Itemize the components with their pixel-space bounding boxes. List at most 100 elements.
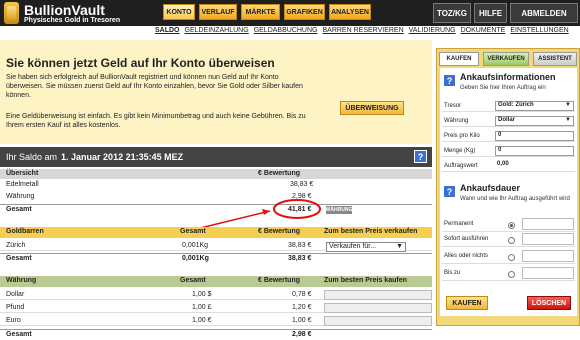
row-name: Edelmetall: [6, 181, 39, 188]
row-total: 1,00 $: [192, 291, 212, 298]
option-input[interactable]: [522, 218, 574, 230]
table-row: Währung 2,98 €: [0, 192, 432, 202]
field-tresor: Tresor Gold: Zürich ▼: [442, 101, 575, 112]
option-label: Bis zu: [444, 270, 461, 276]
subnav-barren-reservieren[interactable]: BARREN RESERVIEREN: [322, 27, 403, 37]
row-value: 1,20 €: [292, 304, 312, 311]
balance-help-icon[interactable]: ?: [414, 150, 427, 163]
overview-header-value: € Bewertung: [258, 170, 301, 177]
currency-header-action: Zum besten Preis kaufen: [324, 277, 407, 284]
order-value: 0,00: [497, 161, 509, 167]
row-name: Dollar: [6, 291, 25, 298]
sub-navigation: SALDO GELDEINZAHLUNG GELDABBUCHUNG BARRE…: [155, 27, 569, 37]
gold-header: Goldbarren Gesamt € Bewertung Zum besten…: [0, 227, 432, 238]
row-value: 2,98 €: [292, 193, 312, 200]
info-subtitle: Geben Sie hier Ihren Auftrag ein: [460, 85, 546, 91]
option-input[interactable]: [522, 250, 574, 262]
logout-button[interactable]: ABMELDEN: [510, 3, 578, 23]
field-menge: Menge (Kg) 0: [442, 146, 575, 157]
duration-title: Ankaufsdauer: [460, 183, 521, 193]
currency-mini-button[interactable]: WÄHRUNG: [326, 206, 352, 214]
row-name: Zürich: [6, 242, 26, 249]
nav-grafiken[interactable]: GRAFIKEN: [284, 4, 325, 20]
field-label: Preis pro Kilo: [444, 133, 480, 139]
overview-total-row: Gesamt 41,81 € WÄHRUNG: [0, 204, 432, 214]
delete-button[interactable]: LÖSCHEN: [527, 296, 571, 310]
balance-label: Ihr Saldo am: [6, 152, 58, 162]
nav-maerkte[interactable]: MÄRKTE: [241, 4, 280, 20]
notice-title: Sie können jetzt Geld auf Ihr Konto über…: [6, 56, 275, 70]
duration-subtitle: Wann und wie Ihr Auftrag ausgeführt wird: [460, 196, 570, 202]
currency-header-name: Währung: [6, 277, 37, 284]
total-total: 0,001Kg: [182, 255, 209, 262]
field-label: Auftragswert: [444, 163, 478, 169]
currency-buy-field[interactable]: [324, 316, 432, 326]
option-input[interactable]: [522, 267, 574, 279]
radio-alles[interactable]: [508, 254, 515, 261]
row-total: 0,001Kg: [182, 242, 209, 249]
price-input[interactable]: 0: [495, 131, 574, 141]
radio-bis-zu[interactable]: [508, 271, 515, 278]
subnav-geldabbuchung[interactable]: GELDABBUCHUNG: [254, 27, 318, 37]
vault-select-value: Gold: Zürich: [498, 102, 534, 108]
unit-toggle-button[interactable]: TOZ/KG: [433, 3, 471, 23]
total-value: 38,83 €: [288, 255, 312, 262]
help-button[interactable]: HILFE: [474, 3, 507, 23]
tab-kaufen[interactable]: KAUFEN: [439, 52, 479, 66]
chevron-down-icon: ▼: [396, 243, 403, 250]
currency-select-value: Dollar: [498, 117, 516, 123]
row-value: 38,83 €: [290, 181, 314, 188]
tab-verkaufen[interactable]: VERKAUFEN: [483, 52, 529, 66]
quantity-input[interactable]: 0: [495, 146, 574, 156]
sell-select[interactable]: Verkaufen für... ▼: [326, 242, 406, 252]
total-name: Gesamt: [6, 331, 32, 338]
nav-verlauf[interactable]: VERLAUF: [199, 4, 237, 20]
radio-permanent[interactable]: [508, 222, 515, 229]
field-auftragswert: Auftragswert 0,00: [442, 161, 575, 172]
currency-buy-field[interactable]: [324, 303, 432, 313]
row-value: 0,78 €: [292, 291, 312, 298]
duration-help-icon[interactable]: ?: [443, 185, 456, 198]
gold-header-name: Goldbarren: [6, 228, 44, 235]
currency-total-row: Gesamt 2,98 €: [0, 329, 432, 339]
currency-buy-field[interactable]: [324, 290, 432, 300]
subnav-geldeinzahlung[interactable]: GELDEINZAHLUNG: [185, 27, 249, 37]
option-label: Alles oder nichts: [444, 253, 489, 259]
total-name: Gesamt: [6, 206, 32, 213]
field-label: Tresor: [444, 103, 462, 109]
subnav-einstellungen[interactable]: EINSTELLUNGEN: [510, 27, 568, 37]
transfer-button[interactable]: ÜBERWEISUNG: [340, 101, 404, 115]
nav-konto[interactable]: KONTO: [163, 4, 195, 20]
chevron-down-icon: ▼: [565, 117, 571, 123]
currency-header-total: Gesamt: [180, 277, 206, 284]
currency-select[interactable]: Dollar ▼: [495, 116, 574, 126]
row-name: Währung: [6, 193, 35, 200]
overview-header: Übersicht € Bewertung: [0, 169, 432, 179]
notice-text-2: Eine Geldüberweisung ist einfach. Es gib…: [6, 113, 306, 129]
info-title: Ankaufsinformationen: [460, 72, 556, 82]
table-row: Pfund 1,00 £ 1,20 €: [0, 303, 432, 313]
chevron-down-icon: ▼: [565, 102, 571, 108]
brand-tagline: Physisches Gold in Tresoren: [24, 17, 121, 24]
option-input[interactable]: [522, 233, 574, 245]
row-value: 38,83 €: [288, 242, 312, 249]
subnav-validierung[interactable]: VALIDIERUNG: [409, 27, 456, 37]
radio-sofort[interactable]: [508, 237, 515, 244]
info-help-icon[interactable]: ?: [443, 74, 456, 87]
buy-button[interactable]: KAUFEN: [446, 296, 488, 310]
subnav-dokumente[interactable]: DOKUMENTE: [461, 27, 506, 37]
row-value: 1,00 €: [292, 317, 312, 324]
tab-assistent[interactable]: ASSISTENT: [533, 52, 577, 66]
field-preis: Preis pro Kilo 0: [442, 131, 575, 142]
gold-bar-logo-icon: [4, 2, 19, 24]
row-total: 1,00 €: [192, 317, 212, 324]
nav-analysen[interactable]: ANALYSEN: [329, 4, 371, 20]
row-name: Pfund: [6, 304, 25, 311]
subnav-saldo[interactable]: SALDO: [155, 27, 180, 37]
row-total: 1,00 £: [192, 304, 212, 311]
field-label: Menge (Kg): [444, 148, 476, 154]
currency-header: Währung Gesamt € Bewertung Zum besten Pr…: [0, 276, 432, 287]
gold-header-value: € Bewertung: [258, 228, 301, 235]
vault-select[interactable]: Gold: Zürich ▼: [495, 101, 574, 111]
brand-name: BullionVault: [24, 2, 105, 18]
